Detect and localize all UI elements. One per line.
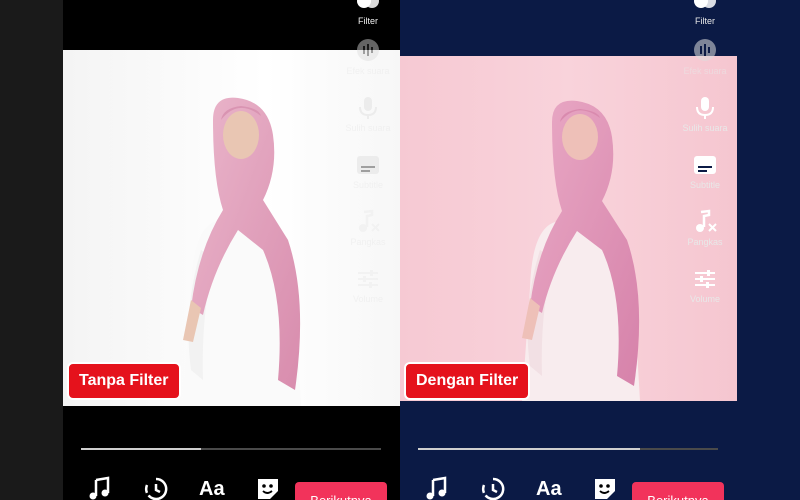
tool-label: Sulih suara [682,123,728,133]
tool-trim[interactable]: Pangkas [338,209,398,247]
timer-button[interactable] [480,476,508,500]
tool-voiceover[interactable]: Sulih suara [675,95,735,133]
panel-with-filter: Filter Efek suara Sulih suara Subtitle P… [400,0,800,500]
tool-label: Subtitle [352,180,384,190]
trim-icon [359,209,380,232]
subtitle-icon [694,156,716,174]
timer-icon [144,477,168,500]
tool-sound-effect[interactable]: Efek suara [675,38,735,76]
left-margin [0,0,63,500]
tool-subtitle[interactable]: Subtitle [338,152,398,190]
timer-button[interactable] [143,476,171,500]
comparison-label: Dengan Filter [404,362,531,400]
music-icon [426,476,447,500]
tool-label: Efek suara [346,66,390,76]
text-icon: Aa [199,478,225,500]
sticker-button[interactable] [592,476,620,500]
tool-volume[interactable]: Volume [338,266,398,304]
tool-label: Pangkas [687,237,723,247]
tool-label: Filter [695,16,715,26]
music-button[interactable] [424,476,452,500]
sticker-icon [258,479,278,499]
tool-voiceover[interactable]: Sulih suara [338,95,398,133]
timer-icon [481,477,505,500]
panel-without-filter: Filter Efek suara Sulih suara Subtitle P… [63,0,400,500]
playback-progress-bar[interactable] [81,448,381,450]
music-icon [89,476,110,500]
microphone-icon [696,97,714,119]
tool-label: Subtitle [689,180,721,190]
music-button[interactable] [87,476,115,500]
playback-progress-bar[interactable] [418,448,718,450]
tool-label: Volume [689,294,721,304]
tool-label: Filter [358,16,378,26]
tool-label: Pangkas [350,237,386,247]
tool-label: Volume [352,294,384,304]
tool-subtitle[interactable]: Subtitle [675,152,735,190]
tool-sound-effect[interactable]: Efek suara [338,38,398,76]
text-button[interactable]: Aa [199,476,227,500]
tool-label: Efek suara [683,66,727,76]
progress-fill [418,448,640,450]
tool-volume[interactable]: Volume [675,266,735,304]
next-button[interactable]: Berikutnya [632,482,724,500]
sound-effect-icon [357,39,379,61]
tool-label: Sulih suara [345,123,391,133]
volume-icon [695,270,715,288]
tool-trim[interactable]: Pangkas [675,209,735,247]
sticker-button[interactable] [255,476,283,500]
filter-icon [357,0,379,8]
comparison-label: Tanpa Filter [67,362,181,400]
subtitle-icon [357,156,379,174]
trim-icon [696,209,717,232]
sound-effect-icon [694,39,716,61]
text-button[interactable]: Aa [536,476,564,500]
tool-filter[interactable]: Filter [338,0,398,26]
next-button[interactable]: Berikutnya [295,482,387,500]
microphone-icon [359,97,377,119]
tool-filter[interactable]: Filter [675,0,735,26]
filter-icon [694,0,716,8]
text-icon: Aa [536,478,562,500]
sticker-icon [595,479,615,499]
progress-fill [81,448,201,450]
volume-icon [358,270,378,288]
